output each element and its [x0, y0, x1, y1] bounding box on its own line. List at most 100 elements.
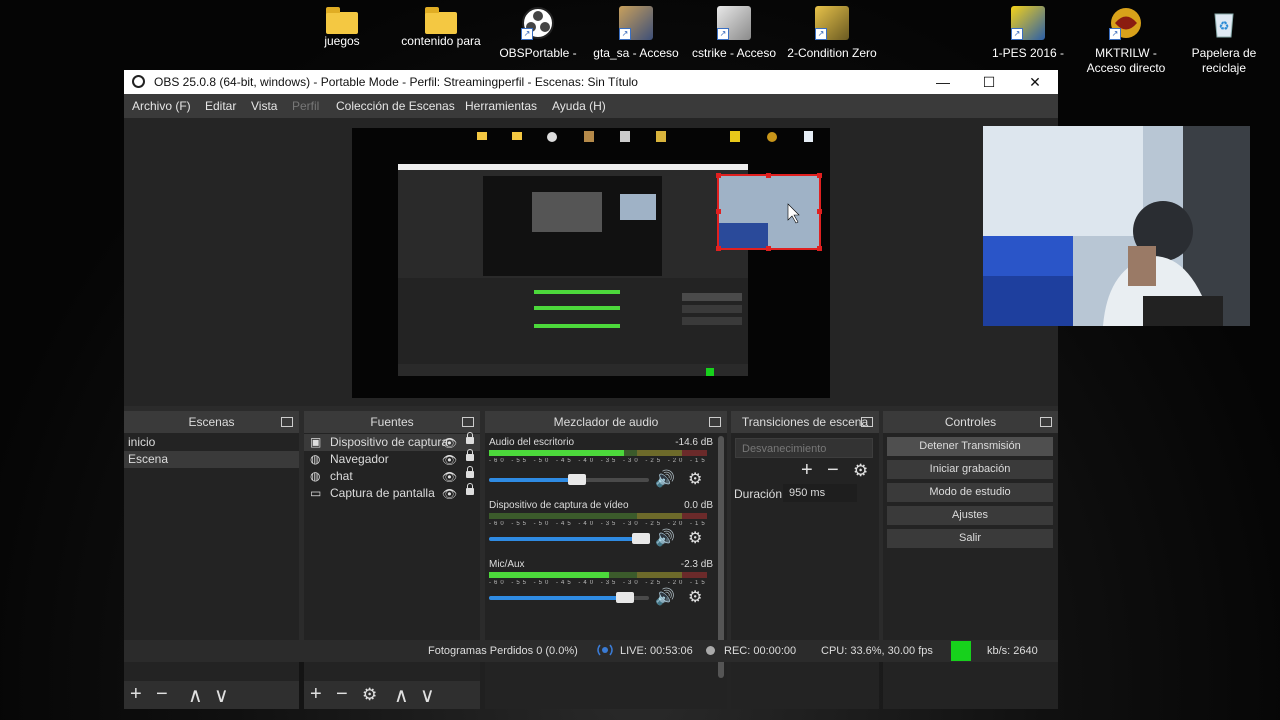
audio-mixer-dock: Mezclador de audio Audio del escritorio …	[485, 411, 727, 709]
undock-icon[interactable]	[709, 417, 721, 427]
connection-health-indicator	[951, 641, 971, 661]
transitions-dock: Transiciones de escena Desvanecimiento +…	[731, 411, 879, 709]
nested-capture-preview	[352, 128, 830, 398]
add-source-button[interactable]: +	[310, 683, 322, 706]
menu-vista[interactable]: Vista	[251, 99, 277, 113]
source-item[interactable]: ◍ Navegador 👁	[304, 449, 480, 469]
status-bar: Fotogramas Perdidos 0 (0.0%) LIVE: 00:53…	[124, 640, 1058, 662]
source-item[interactable]: ▭ Captura de pantalla 👁	[304, 483, 480, 503]
transition-properties-gear-icon[interactable]: ⚙	[853, 461, 868, 481]
maximize-button[interactable]: ☐	[966, 70, 1012, 94]
broadcast-icon	[597, 644, 613, 656]
undock-icon[interactable]	[1040, 417, 1052, 427]
window-title: OBS 25.0.8 (64-bit, windows) - Portable …	[154, 75, 638, 89]
menu-herramientas[interactable]: Herramientas	[465, 99, 537, 113]
desktop-icon-recycle-bin[interactable]: ♻ Papelera de reciclaje	[1179, 6, 1269, 76]
monitor-icon: ▭	[310, 486, 322, 500]
rec-time-text: REC: 00:00:00	[724, 645, 797, 657]
minimize-button[interactable]: —	[920, 70, 966, 94]
folder-icon	[425, 7, 457, 34]
desktop-icon-label: juegos	[324, 34, 360, 48]
source-item[interactable]: ▣ Dispositivo de captura 👁	[304, 432, 480, 452]
stop-streaming-button[interactable]: Detener Transmisión	[887, 437, 1053, 456]
volume-slider[interactable]	[489, 533, 650, 544]
lock-icon[interactable]	[466, 432, 474, 444]
scene-item-inicio[interactable]: inicio	[124, 434, 299, 451]
desktop-icon-contenido[interactable]: contenido para	[396, 6, 486, 49]
desktop-icon-mktrilw[interactable]: ↗ MKTRILW - Acceso directo	[1081, 6, 1171, 76]
source-properties-gear-icon[interactable]: ⚙	[362, 685, 377, 705]
pes-icon: ↗	[1011, 6, 1045, 40]
desktop-icon-juegos[interactable]: juegos	[297, 6, 387, 49]
studio-mode-button[interactable]: Modo de estudio	[887, 483, 1053, 502]
preview-canvas[interactable]	[352, 128, 830, 398]
remove-source-button[interactable]: −	[336, 683, 348, 706]
menu-coleccion-escenas[interactable]: Colección de Escenas	[336, 99, 455, 113]
remove-scene-button[interactable]: −	[156, 683, 168, 706]
mixer-channel-name: Dispositivo de captura de vídeo	[489, 500, 629, 511]
visibility-eye-icon[interactable]: 👁	[442, 469, 457, 486]
lock-icon[interactable]	[466, 466, 474, 478]
speaker-icon[interactable]: 🔊	[655, 469, 675, 489]
mixer-channel-db: -14.6 dB	[675, 437, 713, 448]
desktop-icon-condition-zero[interactable]: ↗ 2-Condition Zero	[787, 6, 877, 61]
desktop-icon-cstrike[interactable]: ↗ cstrike - Acceso	[689, 6, 779, 61]
settings-button[interactable]: Ajustes	[887, 506, 1053, 525]
visibility-eye-icon[interactable]: 👁	[442, 435, 457, 452]
undock-icon[interactable]	[281, 417, 293, 427]
mixer-dock-title: Mezclador de audio	[485, 411, 727, 433]
volume-slider[interactable]	[489, 474, 649, 485]
mixer-channel-db: -2.3 dB	[680, 559, 713, 570]
transition-type-select[interactable]: Desvanecimiento	[735, 438, 873, 458]
visibility-eye-icon[interactable]: 👁	[442, 452, 457, 469]
scenes-dock-label: Escenas	[188, 415, 235, 429]
speaker-icon[interactable]: 🔊	[655, 528, 675, 548]
title-bar[interactable]: OBS 25.0.8 (64-bit, windows) - Portable …	[124, 70, 1058, 94]
move-scene-up-button[interactable]: ∧	[188, 683, 203, 708]
desktop-icon-pes[interactable]: ↗ 1-PES 2016 -	[983, 6, 1073, 61]
menu-editar[interactable]: Editar	[205, 99, 236, 113]
menu-bar: Archivo (F) Editar Vista Perfil Colecció…	[124, 94, 1058, 118]
desktop-icon-obsportable[interactable]: ↗ OBSPortable -	[493, 6, 583, 61]
move-source-up-button[interactable]: ∧	[394, 683, 409, 708]
undock-icon[interactable]	[861, 417, 873, 427]
add-transition-button[interactable]: +	[801, 459, 813, 482]
counter-strike-icon: ↗	[717, 6, 751, 40]
scene-item-escena[interactable]: Escena	[124, 451, 299, 468]
add-scene-button[interactable]: +	[130, 683, 142, 706]
undock-icon[interactable]	[462, 417, 474, 427]
remove-transition-button[interactable]: −	[827, 459, 839, 482]
move-source-down-button[interactable]: ∨	[420, 683, 435, 708]
lock-icon[interactable]	[466, 483, 474, 495]
desktop-icon-gta[interactable]: ↗ gta_sa - Acceso	[591, 6, 681, 61]
preview-area[interactable]	[124, 118, 1058, 406]
speaker-icon[interactable]: 🔊	[655, 587, 675, 607]
channel-settings-gear-icon[interactable]: ⚙	[688, 528, 702, 548]
gta-icon: ↗	[619, 6, 653, 40]
volume-slider[interactable]	[489, 592, 649, 603]
move-scene-down-button[interactable]: ∨	[214, 683, 229, 708]
desktop-icon-label: contenido para	[401, 34, 481, 48]
globe-icon: ◍	[310, 469, 321, 483]
exit-button[interactable]: Salir	[887, 529, 1053, 548]
start-recording-button[interactable]: Iniciar grabación	[887, 460, 1053, 479]
menu-ayuda[interactable]: Ayuda (H)	[552, 99, 606, 113]
condition-zero-icon: ↗	[815, 6, 849, 40]
close-button[interactable]: ✕	[1012, 70, 1058, 94]
channel-settings-gear-icon[interactable]: ⚙	[688, 469, 702, 489]
menu-archivo[interactable]: Archivo (F)	[132, 99, 191, 113]
recycle-bin-icon: ♻	[1207, 6, 1241, 40]
desktop-icon-label: 2-Condition Zero	[787, 46, 877, 60]
scenes-toolbar: + − ∧ ∨	[124, 681, 299, 709]
lock-icon[interactable]	[466, 449, 474, 461]
webcam-window[interactable]	[983, 126, 1250, 326]
desktop-icon-label: 1-PES 2016 -	[991, 46, 1065, 60]
menu-perfil[interactable]: Perfil	[292, 99, 319, 113]
controls-dock-title: Controles	[883, 411, 1058, 433]
channel-settings-gear-icon[interactable]: ⚙	[688, 587, 702, 607]
duration-spinbox[interactable]: 950 ms	[783, 484, 857, 502]
visibility-eye-icon[interactable]: 👁	[442, 486, 457, 503]
dropped-frames-text: Fotogramas Perdidos 0 (0.0%)	[428, 645, 578, 657]
source-item[interactable]: ◍ chat 👁	[304, 466, 480, 486]
obs-icon: ↗	[521, 6, 555, 40]
